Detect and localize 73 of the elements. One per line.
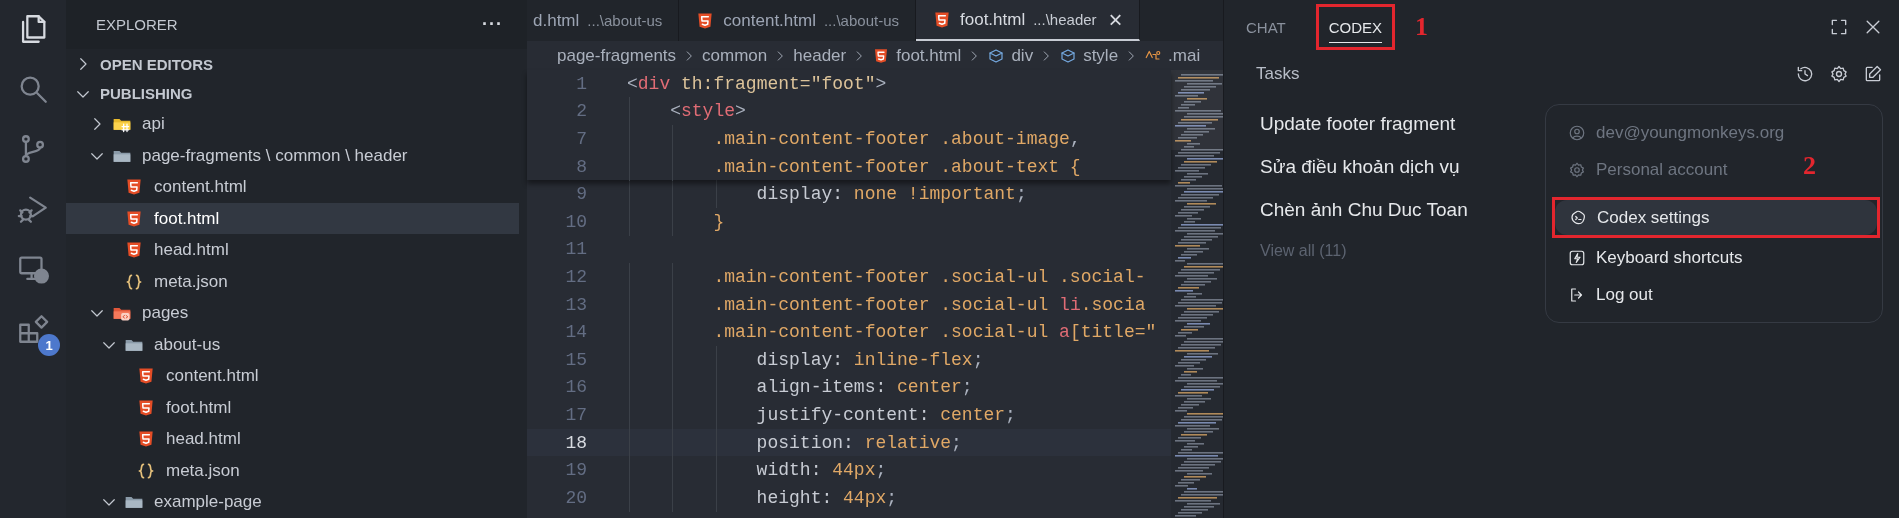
edit-icon[interactable]	[1863, 64, 1883, 84]
tree-item[interactable]: content.html	[66, 360, 519, 392]
codex-icon	[1569, 208, 1587, 227]
tree-item[interactable]: page-fragments \ common \ header	[66, 140, 519, 172]
notification-badge: 1	[38, 334, 60, 356]
tree-item[interactable]: about-us	[66, 329, 519, 361]
history-icon[interactable]	[1795, 64, 1815, 84]
code-line: position: relative;	[627, 432, 962, 453]
breadcrumb-item[interactable]: header	[793, 45, 847, 66]
line-number: 13	[564, 294, 587, 315]
tree-item[interactable]: pages	[66, 297, 519, 329]
breadcrumb-item[interactable]: page-fragments	[557, 45, 677, 66]
code-line: .main-content-footer .social-ul a[title="	[627, 322, 1157, 343]
line-number: 16	[564, 377, 587, 398]
section-header[interactable]: PUBLISHING	[66, 79, 527, 109]
line-number: 12	[564, 266, 587, 287]
settings-icon[interactable]	[1829, 64, 1849, 84]
line-number: 10	[564, 211, 587, 232]
menu-item: dev@youngmonkeys.org	[1554, 115, 1799, 150]
menu-item[interactable]: Keyboard shortcuts	[1554, 240, 1757, 275]
task-item[interactable]: Sửa điều khoản dịch vụ	[1260, 145, 1468, 188]
lightning-icon	[1568, 248, 1586, 267]
panel-tab[interactable]: CHAT	[1246, 12, 1286, 42]
task-item[interactable]: Chèn ảnh Chu Duc Toan	[1260, 188, 1468, 231]
section-header[interactable]: OPEN EDITORS	[66, 49, 527, 79]
code-line: .main-content-footer .social-ul li.socia	[627, 294, 1146, 315]
line-number: 7	[575, 129, 587, 149]
breadcrumb-item[interactable]: common	[702, 45, 768, 66]
explorer-title: EXPLORER	[96, 16, 178, 34]
code-line: .main-content-footer .about-text {	[627, 156, 1081, 177]
breadcrumb-item[interactable]: foot.html	[872, 45, 962, 66]
tree-item[interactable]: foot.html	[66, 203, 519, 235]
line-number: 11	[564, 239, 587, 260]
tree-item[interactable]: meta.json	[66, 455, 519, 487]
line-number: 14	[564, 322, 587, 343]
panel-tab[interactable]: CODEX	[1328, 13, 1383, 43]
close-tab-button[interactable]: ×	[1108, 7, 1123, 32]
menu-item[interactable]: Codex settings	[1555, 200, 1877, 235]
tree-item[interactable]: head.html	[66, 234, 519, 266]
menu-item: Personal account	[1554, 152, 1742, 187]
annotation-number: 1	[1415, 14, 1429, 40]
code-line: align-items: center;	[627, 377, 973, 398]
breadcrumb-item[interactable]: div	[987, 45, 1034, 66]
menu-item[interactable]: Log out	[1554, 277, 1667, 312]
annotation-number: 2	[1803, 153, 1816, 179]
editor-tab[interactable]: foot.html ...\header ×	[916, 0, 1140, 41]
line-number: 18	[564, 432, 587, 453]
code-line: display: inline-flex;	[627, 349, 984, 370]
line-number: 20	[564, 487, 587, 508]
code-line: <div th:fragment="foot">	[627, 73, 887, 94]
tree-item[interactable]: content.html	[66, 171, 519, 203]
line-number: 8	[575, 156, 587, 177]
tree-item[interactable]: head.html	[66, 423, 519, 455]
task-item[interactable]: Update footer fragment	[1260, 102, 1468, 145]
line-number: 2	[575, 101, 587, 122]
line-number: 19	[564, 460, 587, 481]
line-number: 15	[564, 349, 587, 370]
settings-icon	[1568, 160, 1586, 179]
breadcrumb-item[interactable]: .mai	[1144, 45, 1201, 66]
line-number: 9	[575, 184, 587, 205]
tree-item[interactable]: foot.html	[66, 392, 519, 424]
maximize-icon[interactable]	[1829, 17, 1849, 37]
tree-item[interactable]: meta.json	[66, 266, 519, 298]
editor-tab[interactable]: d.html ...\about-us	[527, 0, 680, 41]
tree-item[interactable]: example-page	[66, 486, 519, 518]
line-number: 1	[575, 73, 587, 94]
tasks-heading: Tasks	[1256, 64, 1300, 84]
user-icon	[1568, 123, 1586, 142]
more-actions-button[interactable]: ···	[482, 14, 503, 36]
line-number: 17	[564, 404, 587, 425]
code-line: width: 44px;	[627, 460, 887, 481]
tree-item[interactable]: api	[66, 108, 519, 140]
breadcrumb-item[interactable]: style	[1059, 45, 1119, 66]
